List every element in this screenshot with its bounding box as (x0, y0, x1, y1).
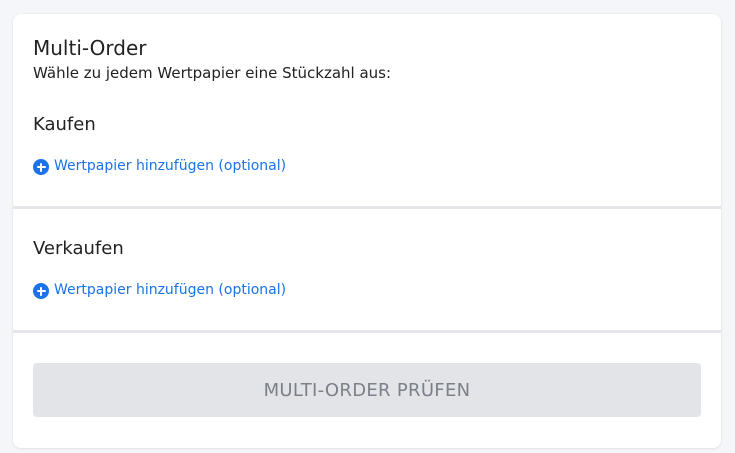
section-divider (13, 330, 721, 333)
multi-order-card: Multi-Order Wähle zu jedem Wertpapier ei… (13, 14, 721, 448)
add-sell-security-link[interactable]: Wertpapier hinzufügen (optional) (33, 281, 286, 299)
page-title: Multi-Order (33, 36, 147, 60)
plus-circle-icon (33, 283, 49, 299)
review-multi-order-button[interactable]: MULTI-ORDER PRÜFEN (33, 363, 701, 417)
plus-circle-icon (33, 159, 49, 175)
add-sell-security-label: Wertpapier hinzufügen (optional) (54, 282, 287, 298)
add-buy-security-link[interactable]: Wertpapier hinzufügen (optional) (33, 157, 286, 175)
buy-heading: Kaufen (33, 114, 96, 135)
section-divider (13, 206, 721, 209)
page-subtitle: Wähle zu jedem Wertpapier eine Stückzahl… (33, 64, 392, 82)
sell-heading: Verkaufen (33, 238, 124, 259)
add-buy-security-label: Wertpapier hinzufügen (optional) (54, 158, 287, 174)
